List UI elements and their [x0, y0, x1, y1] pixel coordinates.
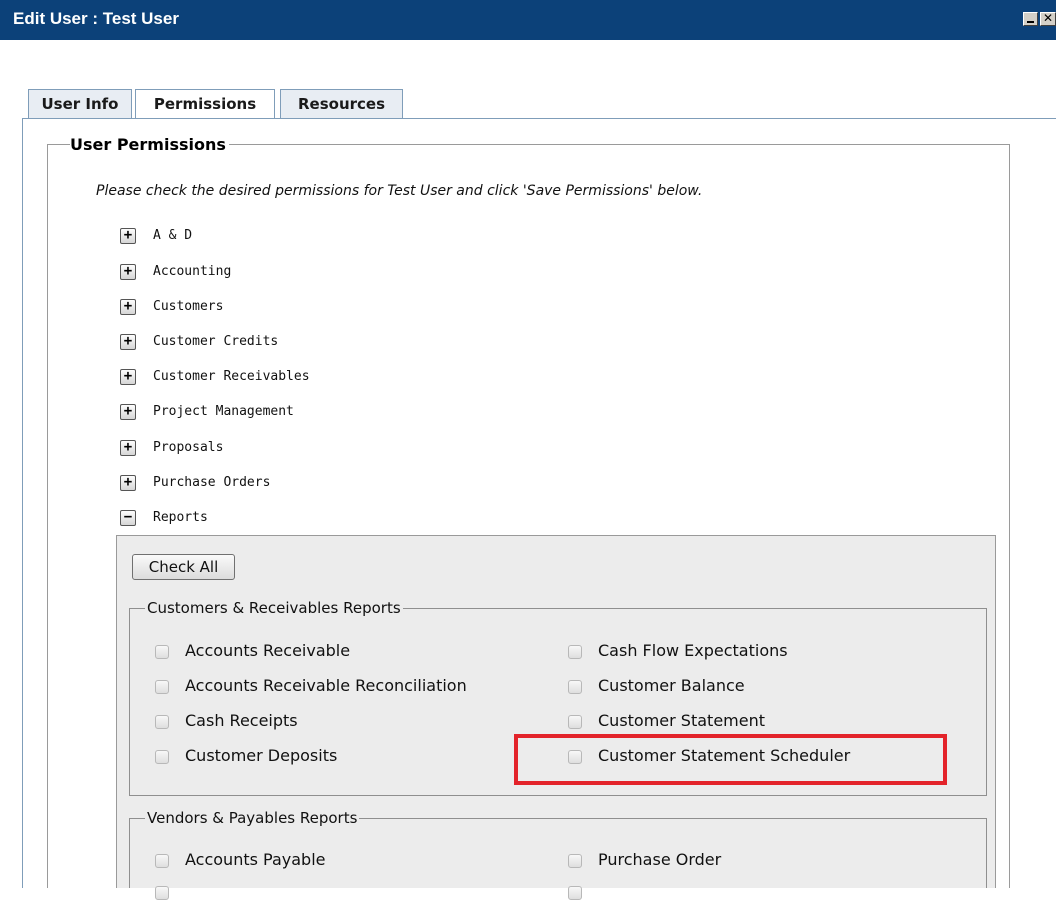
minimize-icon[interactable]	[1023, 12, 1038, 26]
permission-checkbox[interactable]	[155, 886, 169, 900]
user-permissions-legend: User Permissions	[70, 135, 229, 154]
tree-item-label: Customers	[153, 299, 224, 314]
expand-plus-icon[interactable]: +	[120, 333, 136, 350]
collapse-minus-icon[interactable]: −	[120, 509, 136, 526]
tree-item-label: Proposals	[153, 440, 224, 455]
window-title: Edit User : Test User	[13, 9, 179, 28]
permission-label: Purchase Order	[598, 850, 722, 869]
permission-label: Accounts Receivable	[185, 641, 351, 660]
permission-label: Accounts Receivable Reconciliation	[185, 676, 467, 695]
permission-checkbox[interactable]	[568, 886, 582, 900]
tree-item-label: Customer Credits	[153, 334, 279, 349]
permission-checkbox[interactable]	[568, 645, 582, 659]
permission-checkbox[interactable]	[155, 715, 169, 729]
tree-item-label: A & D	[153, 228, 193, 243]
tree-item-label: Purchase Orders	[153, 475, 271, 490]
permission-label: Customer Deposits	[185, 746, 338, 765]
permission-label: Cash Receipts	[185, 711, 298, 730]
expand-plus-icon[interactable]: +	[120, 368, 136, 385]
permission-checkbox[interactable]	[155, 750, 169, 764]
tree-item-label: Project Management	[153, 404, 294, 419]
permission-label: Customer Balance	[598, 676, 745, 695]
instructions-text: Please check the desired permissions for…	[96, 183, 703, 199]
permission-label: Cash Flow Expectations	[598, 641, 788, 660]
highlight-box	[514, 734, 947, 785]
expand-plus-icon[interactable]: +	[120, 263, 136, 280]
close-icon[interactable]	[1040, 11, 1056, 26]
expand-plus-icon[interactable]: +	[120, 227, 136, 244]
tree-item-label: Customer Receivables	[153, 369, 310, 384]
permission-checkbox[interactable]	[568, 715, 582, 729]
tab-user-info[interactable]: User Info	[28, 89, 132, 118]
permission-checkbox[interactable]	[155, 854, 169, 868]
tab-resources[interactable]: Resources	[280, 89, 403, 118]
permission-checkbox[interactable]	[155, 645, 169, 659]
permission-label: Customer Statement	[598, 711, 765, 730]
expand-plus-icon[interactable]: +	[120, 474, 136, 491]
permission-checkbox[interactable]	[568, 854, 582, 868]
expand-plus-icon[interactable]: +	[120, 403, 136, 420]
check-all-button[interactable]: Check All	[132, 554, 235, 580]
expand-plus-icon[interactable]: +	[120, 298, 136, 315]
permission-label: Accounts Payable	[185, 850, 326, 869]
tab-permissions[interactable]: Permissions	[135, 89, 275, 119]
expand-plus-icon[interactable]: +	[120, 439, 136, 456]
tree-item-label: Reports	[153, 510, 208, 525]
vendors-payables-legend: Vendors & Payables Reports	[145, 809, 360, 827]
permission-checkbox[interactable]	[568, 680, 582, 694]
permission-checkbox[interactable]	[155, 680, 169, 694]
customers-receivables-legend: Customers & Receivables Reports	[145, 599, 403, 617]
tree-item-label: Accounting	[153, 264, 232, 279]
window-title-bar: Edit User : Test User	[0, 0, 1056, 40]
